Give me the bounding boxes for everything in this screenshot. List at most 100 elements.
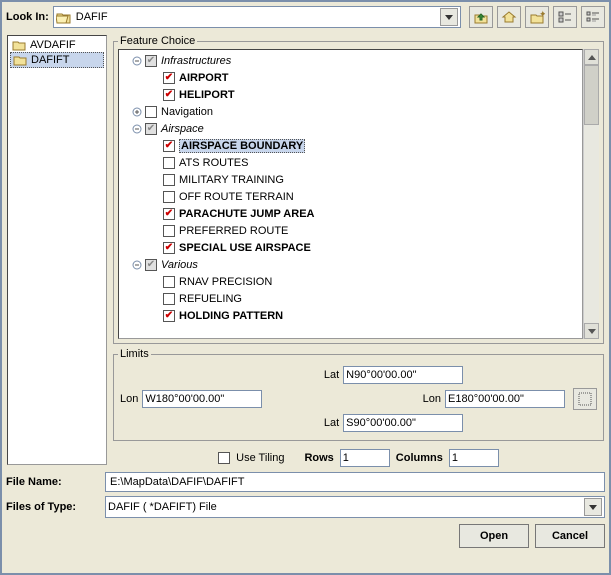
cancel-button[interactable]: Cancel <box>535 524 605 548</box>
tree-item[interactable]: HELIPORT <box>121 86 580 103</box>
tree-item[interactable]: AIRPORT <box>121 69 580 86</box>
cols-label: Columns <box>396 452 443 464</box>
folder-label: DAFIFT <box>31 54 70 66</box>
tree-item[interactable]: REFUELING <box>121 290 580 307</box>
item-label: ATS ROUTES <box>179 157 248 169</box>
svg-text:✦: ✦ <box>539 10 545 19</box>
up-folder-button[interactable] <box>469 6 493 28</box>
chevron-down-icon[interactable] <box>584 498 602 516</box>
tree-item[interactable]: MILITARY TRAINING <box>121 171 580 188</box>
open-button[interactable]: Open <box>459 524 529 548</box>
cols-input[interactable] <box>449 449 499 467</box>
files-of-type-value: DAFIF ( *DAFIFT) File <box>108 501 580 513</box>
item-label: HOLDING PATTERN <box>179 310 283 322</box>
use-tiling-label: Use Tiling <box>236 452 284 464</box>
limits-legend: Limits <box>118 348 151 360</box>
feature-tree[interactable]: Infrastructures AIRPORT HELIPORT Navigation… <box>118 49 583 339</box>
item-checkbox[interactable] <box>163 242 175 254</box>
tree-group[interactable]: Various <box>121 256 580 273</box>
lon-e-input[interactable] <box>445 390 565 408</box>
collapse-icon[interactable] <box>131 123 143 135</box>
item-checkbox[interactable] <box>163 310 175 322</box>
item-checkbox[interactable] <box>163 208 175 220</box>
limits-select-button[interactable] <box>573 388 597 410</box>
use-tiling-checkbox[interactable] <box>218 452 230 464</box>
folder-open-icon <box>56 11 72 24</box>
item-label: OFF ROUTE TERRAIN <box>179 191 294 203</box>
list-view-button[interactable] <box>553 6 577 28</box>
folder-icon <box>13 54 27 66</box>
item-checkbox[interactable] <box>163 293 175 305</box>
group-checkbox[interactable] <box>145 259 157 271</box>
folder-icon <box>12 39 26 51</box>
collapse-icon[interactable] <box>131 259 143 271</box>
tree-group[interactable]: Airspace <box>121 120 580 137</box>
feature-choice-group: Feature Choice Infrastructures AIRPORT HEL… <box>113 35 604 344</box>
group-checkbox[interactable] <box>145 55 157 67</box>
item-label: HELIPORT <box>179 89 235 101</box>
scroll-up-icon[interactable] <box>584 49 599 65</box>
item-checkbox[interactable] <box>163 157 175 169</box>
tree-group[interactable]: Infrastructures <box>121 52 580 69</box>
files-of-type-combo[interactable]: DAFIF ( *DAFIFT) File <box>105 496 605 518</box>
item-checkbox[interactable] <box>163 225 175 237</box>
scroll-thumb[interactable] <box>584 65 599 125</box>
look-in-value: DAFIF <box>76 11 436 23</box>
lat-s-input[interactable] <box>343 414 463 432</box>
item-label: AIRSPACE BOUNDARY <box>179 139 305 153</box>
files-of-type-label: Files of Type: <box>6 501 101 513</box>
feature-choice-legend: Feature Choice <box>118 35 197 47</box>
item-checkbox[interactable] <box>163 140 175 152</box>
scroll-down-icon[interactable] <box>584 323 599 339</box>
folder-list[interactable]: AVDAFIF DAFIFT <box>7 35 107 465</box>
tree-item[interactable]: RNAV PRECISION <box>121 273 580 290</box>
item-checkbox[interactable] <box>163 174 175 186</box>
rows-label: Rows <box>304 452 333 464</box>
lon-w-input[interactable] <box>142 390 262 408</box>
tree-item[interactable]: AIRSPACE BOUNDARY <box>121 137 580 154</box>
tree-item[interactable]: PARACHUTE JUMP AREA <box>121 205 580 222</box>
group-label: Airspace <box>161 123 204 135</box>
collapse-icon[interactable] <box>131 55 143 67</box>
tree-item[interactable]: OFF ROUTE TERRAIN <box>121 188 580 205</box>
lon-w-label: Lon <box>120 393 138 405</box>
item-label: RNAV PRECISION <box>179 276 272 288</box>
file-name-input[interactable] <box>105 472 605 492</box>
group-label: Infrastructures <box>161 55 231 67</box>
file-name-label: File Name: <box>6 476 101 488</box>
details-view-button[interactable] <box>581 6 605 28</box>
home-button[interactable] <box>497 6 521 28</box>
item-checkbox[interactable] <box>163 89 175 101</box>
item-label: MILITARY TRAINING <box>179 174 284 186</box>
group-label: Navigation <box>161 106 213 118</box>
tree-scrollbar[interactable] <box>583 49 599 339</box>
item-label: SPECIAL USE AIRSPACE <box>179 242 311 254</box>
chevron-down-icon[interactable] <box>440 8 458 26</box>
item-checkbox[interactable] <box>163 276 175 288</box>
item-label: AIRPORT <box>179 72 229 84</box>
tree-group[interactable]: Navigation <box>121 103 580 120</box>
folder-label: AVDAFIF <box>30 39 76 51</box>
folder-item-dafift[interactable]: DAFIFT <box>10 52 104 68</box>
item-checkbox[interactable] <box>163 72 175 84</box>
group-checkbox[interactable] <box>145 106 157 118</box>
lon-e-label: Lon <box>423 393 441 405</box>
look-in-combo[interactable]: DAFIF <box>53 6 461 28</box>
rows-input[interactable] <box>340 449 390 467</box>
group-label: Various <box>161 259 198 271</box>
look-in-label: Look In: <box>6 11 49 23</box>
lat-n-input[interactable] <box>343 366 463 384</box>
item-label: PREFERRED ROUTE <box>179 225 288 237</box>
new-folder-button[interactable]: ✦ <box>525 6 549 28</box>
group-checkbox[interactable] <box>145 123 157 135</box>
tree-item[interactable]: SPECIAL USE AIRSPACE <box>121 239 580 256</box>
expand-icon[interactable] <box>131 106 143 118</box>
folder-item-avdafif[interactable]: AVDAFIF <box>10 38 104 52</box>
tree-item[interactable]: PREFERRED ROUTE <box>121 222 580 239</box>
lat-s-label: Lat <box>324 417 339 429</box>
item-label: PARACHUTE JUMP AREA <box>179 208 314 220</box>
tree-item[interactable]: HOLDING PATTERN <box>121 307 580 324</box>
item-checkbox[interactable] <box>163 191 175 203</box>
tree-item[interactable]: ATS ROUTES <box>121 154 580 171</box>
limits-group: Limits Lat Lon Lon <box>113 348 604 441</box>
